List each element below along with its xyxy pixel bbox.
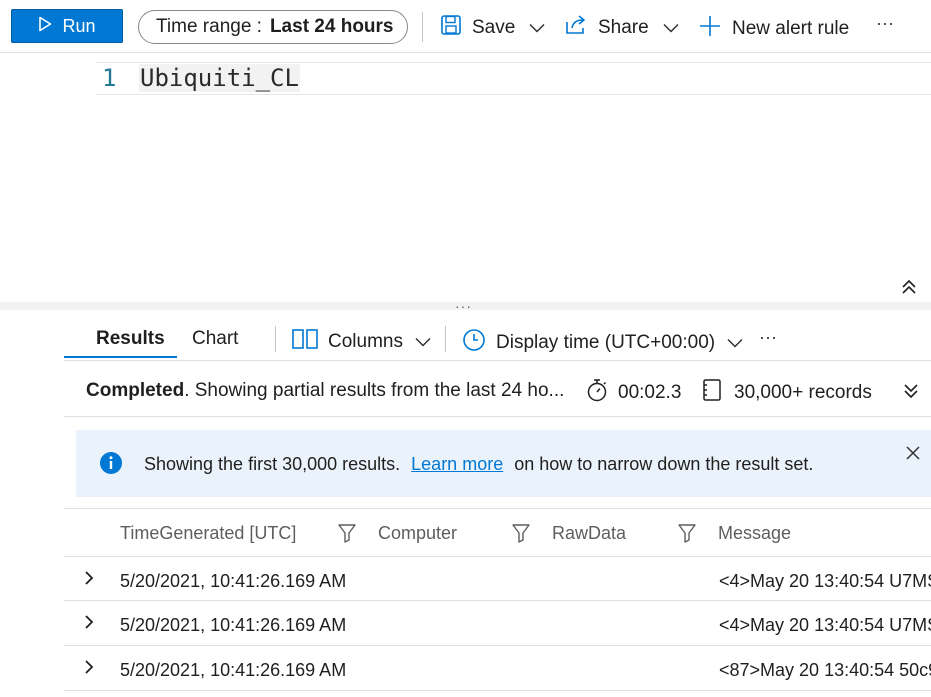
time-range-picker[interactable]: Time range : Last 24 hours xyxy=(138,10,408,44)
tabs-divider xyxy=(445,326,446,352)
status-completed: Completed xyxy=(86,380,185,401)
record-count: 30,000+ records xyxy=(702,378,872,408)
tab-chart[interactable]: Chart xyxy=(192,328,238,350)
learn-more-link[interactable]: Learn more xyxy=(411,454,503,474)
table-cell-message: <4>May 20 13:40:54 U7MS xyxy=(719,615,931,635)
status-divider xyxy=(64,416,931,417)
clock-icon xyxy=(462,328,486,358)
columns-icon xyxy=(292,328,318,356)
save-label: Save xyxy=(472,17,516,38)
save-button[interactable]: Save xyxy=(440,14,545,42)
play-icon xyxy=(38,16,52,37)
banner-message: Showing the first 30,000 results. Learn … xyxy=(144,454,813,475)
chevron-right-icon xyxy=(84,615,94,634)
new-alert-rule-label: New alert rule xyxy=(732,18,850,39)
query-duration: 00:02.3 xyxy=(586,378,681,408)
run-label: Run xyxy=(62,15,96,36)
tabs-divider xyxy=(275,326,276,352)
chevron-down-icon xyxy=(415,337,431,347)
display-time-dropdown[interactable]: Display time (UTC+00:00) xyxy=(462,328,743,358)
records-icon xyxy=(702,378,722,408)
duration-value: 00:02.3 xyxy=(618,382,682,403)
column-header-timegenerated[interactable]: TimeGenerated [UTC] xyxy=(120,523,296,544)
table-row-divider xyxy=(64,690,931,691)
info-icon xyxy=(99,451,123,480)
plus-icon xyxy=(698,14,722,44)
columns-label: Columns xyxy=(328,331,403,352)
toolbar-divider xyxy=(422,12,423,42)
expand-status-button[interactable] xyxy=(902,382,920,405)
new-alert-rule-button[interactable]: New alert rule xyxy=(698,14,849,44)
banner-text-after: on how to narrow down the result set. xyxy=(514,454,814,474)
column-header-computer[interactable]: Computer xyxy=(378,523,457,544)
share-label: Share xyxy=(598,17,649,38)
time-range-value: Last 24 hours xyxy=(269,16,394,37)
query-editor[interactable]: Ubiquiti_CL xyxy=(139,64,300,92)
display-time-label: Display time (UTC+00:00) xyxy=(496,332,716,353)
table-cell-time: 5/20/2021, 10:41:26.169 AM xyxy=(120,660,347,680)
table-cell-time: 5/20/2021, 10:41:26.169 AM xyxy=(120,571,347,591)
filter-icon[interactable] xyxy=(338,523,356,548)
double-chevron-up-icon xyxy=(900,279,918,300)
drag-handle-icon[interactable]: ··· xyxy=(455,298,472,314)
chevron-right-icon xyxy=(84,571,94,590)
more-actions-button[interactable]: ··· xyxy=(876,13,894,34)
table-header-border xyxy=(64,556,931,557)
filter-icon[interactable] xyxy=(512,523,530,548)
expand-row-button[interactable] xyxy=(84,659,94,680)
save-icon xyxy=(440,14,462,42)
results-more-button[interactable]: ··· xyxy=(759,327,777,348)
query-status: Completed. Showing partial results from … xyxy=(86,380,564,402)
close-banner-button[interactable] xyxy=(906,446,920,465)
chevron-right-icon xyxy=(84,660,94,679)
column-header-rawdata[interactable]: RawData xyxy=(552,523,626,544)
table-row-divider xyxy=(64,645,931,646)
tab-results-indicator xyxy=(64,356,177,358)
column-header-message[interactable]: Message xyxy=(718,523,791,544)
double-chevron-down-icon xyxy=(902,384,920,404)
line-number: 1 xyxy=(102,64,117,92)
tabs-divider-line xyxy=(64,360,931,361)
table-cell-message: <4>May 20 13:40:54 U7MS xyxy=(719,571,931,591)
records-value: 30,000+ records xyxy=(734,382,872,403)
share-icon xyxy=(564,14,588,42)
table-top-border xyxy=(64,508,931,509)
share-button[interactable]: Share xyxy=(564,14,679,42)
tab-results[interactable]: Results xyxy=(96,328,165,350)
chevron-down-icon xyxy=(663,23,679,33)
expand-row-button[interactable] xyxy=(84,614,94,635)
columns-button[interactable]: Columns xyxy=(292,328,431,356)
chevron-down-icon xyxy=(727,338,743,348)
table-row-divider xyxy=(64,600,931,601)
stopwatch-icon xyxy=(586,378,608,408)
collapse-editor-button[interactable] xyxy=(900,278,918,301)
expand-row-button[interactable] xyxy=(84,570,94,591)
table-cell-message: <87>May 20 13:40:54 50c9 xyxy=(719,660,931,680)
run-button[interactable]: Run xyxy=(11,9,123,43)
close-icon xyxy=(906,446,920,464)
chevron-down-icon xyxy=(529,23,545,33)
banner-text-before: Showing the first 30,000 results. xyxy=(144,454,401,474)
filter-icon[interactable] xyxy=(678,523,696,548)
table-cell-time: 5/20/2021, 10:41:26.169 AM xyxy=(120,615,347,635)
status-message: . Showing partial results from the last … xyxy=(184,380,565,401)
time-range-label: Time range : xyxy=(156,16,262,37)
